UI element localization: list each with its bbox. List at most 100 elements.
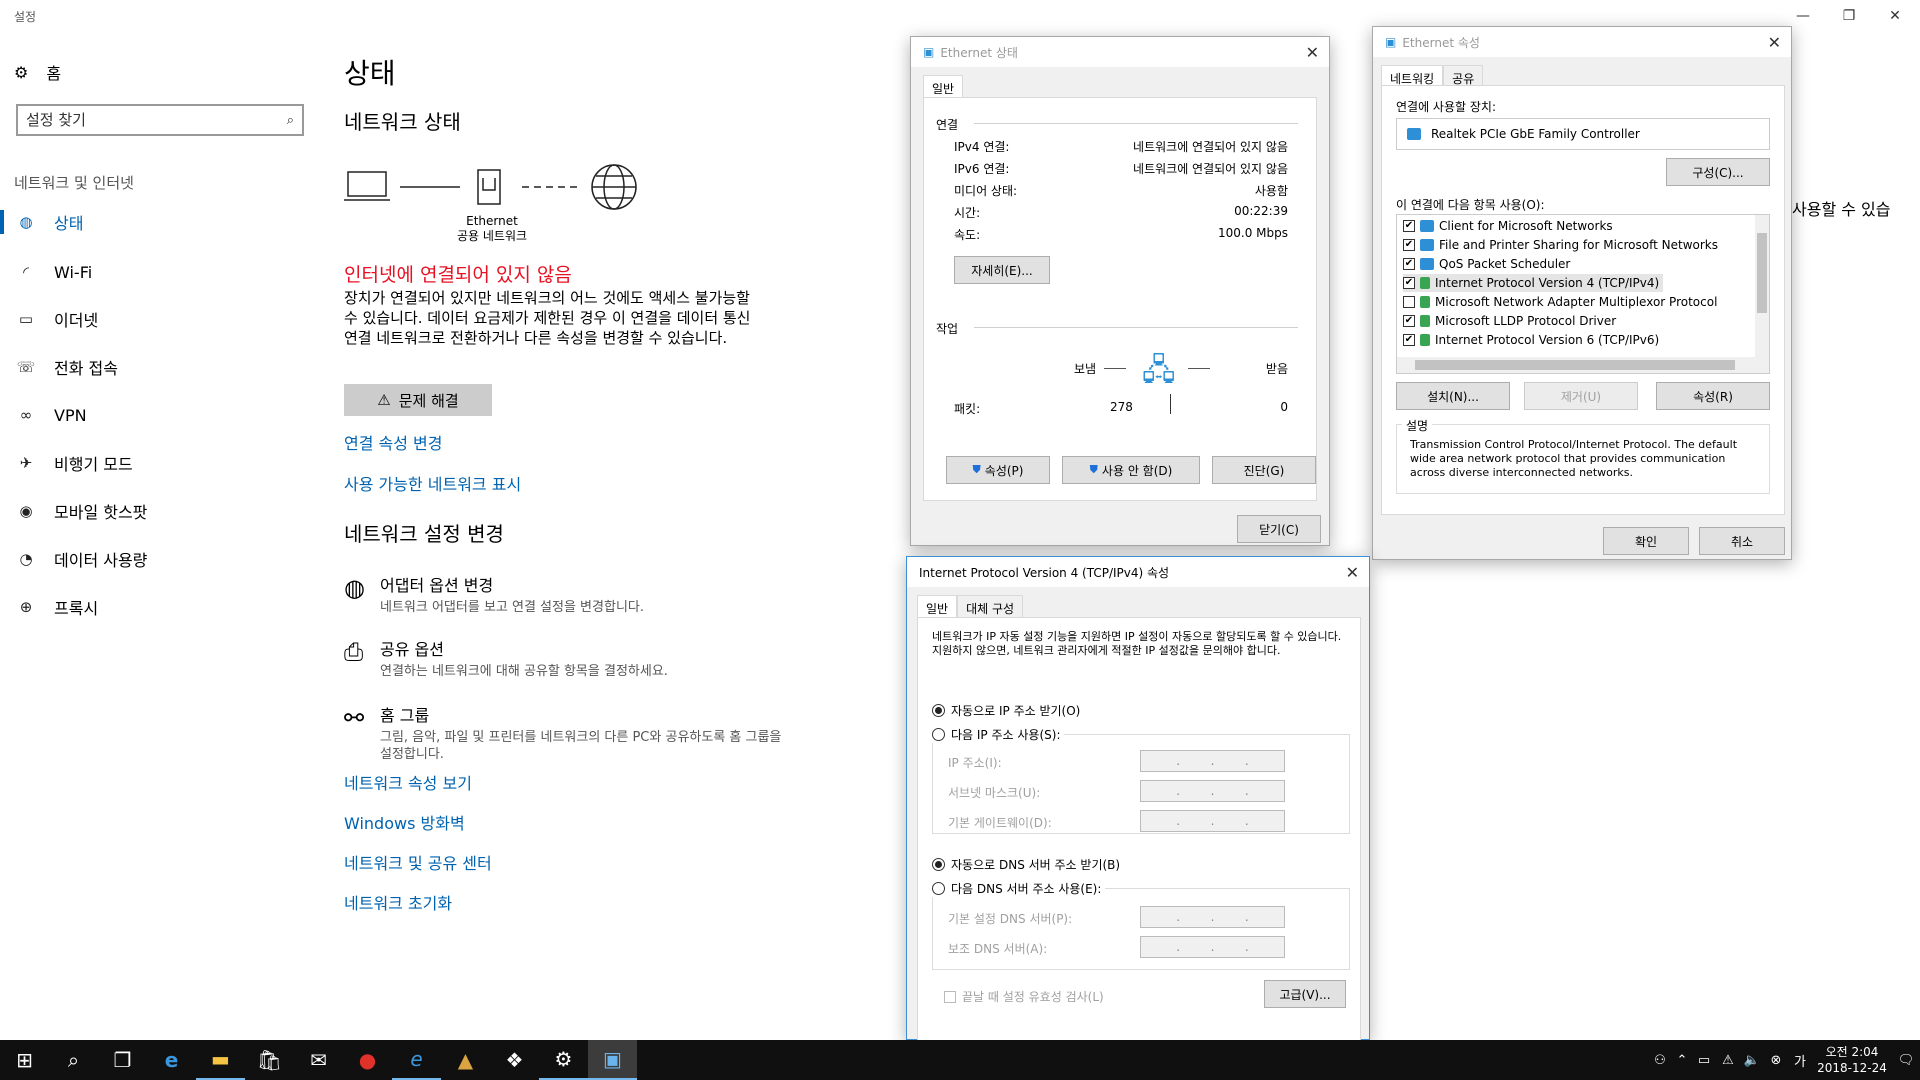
checkbox[interactable]: ✔ — [1403, 277, 1415, 289]
auto-dns-radio[interactable]: 자동으로 DNS 서버 주소 받기(B) — [932, 856, 1120, 873]
edge-button[interactable]: e — [147, 1040, 196, 1080]
sidebar-item-vpn[interactable]: ∞ VPN — [0, 393, 330, 437]
sidebar-item-ethernet[interactable]: ▭ 이더넷 — [0, 297, 330, 341]
radio-dot[interactable] — [932, 882, 945, 895]
sidebar-item-dialup[interactable]: ☏ 전화 접속 — [0, 345, 330, 389]
item-properties-button[interactable]: 속성(R) — [1656, 382, 1770, 410]
dropbox-button[interactable]: ❖ — [490, 1040, 539, 1080]
ip-address-field[interactable]: ... — [1140, 750, 1285, 772]
list-item[interactable]: ✔ Client for Microsoft Networks — [1403, 217, 1613, 235]
list-item[interactable]: Microsoft Network Adapter Multiplexor Pr… — [1403, 293, 1717, 311]
checkbox[interactable] — [944, 990, 956, 1003]
settings-search[interactable]: ⌕ — [16, 104, 304, 136]
troubleshoot-button[interactable]: ⚠ 문제 해결 — [344, 384, 492, 416]
sidebar-item-proxy[interactable]: ⊕ 프록시 — [0, 585, 330, 629]
clock[interactable]: 오전 2:04 2018-12-24 — [1812, 1044, 1892, 1076]
chevron-up-icon[interactable]: ⌃ — [1672, 1053, 1692, 1068]
search-input[interactable] — [26, 111, 256, 129]
list-item[interactable]: ✔ File and Printer Sharing for Microsoft … — [1403, 236, 1718, 254]
search-icon[interactable]: ⌕ — [287, 113, 294, 128]
sidebar-item-data-usage[interactable]: ◔ 데이터 사용량 — [0, 537, 330, 581]
dialog-title: Internet Protocol Version 4 (TCP/IPv4) 속… — [919, 565, 1170, 580]
network-properties-link[interactable]: 네트워크 속성 보기 — [344, 770, 472, 794]
hotspot-icon: ◉ — [19, 502, 33, 520]
properties-button[interactable]: ⛊ 속성(P) — [946, 456, 1050, 484]
packets-sent: 278 — [1110, 400, 1133, 414]
close-icon[interactable]: ✕ — [1346, 563, 1359, 582]
horizontal-scrollbar[interactable] — [1397, 357, 1769, 373]
alternate-dns-field[interactable]: ... — [1140, 936, 1285, 958]
task-view-button[interactable]: ❐ — [98, 1040, 147, 1080]
close-icon[interactable]: ✕ — [1306, 43, 1319, 62]
diagnose-button[interactable]: 진단(G) — [1212, 456, 1316, 484]
advanced-button[interactable]: 고급(V)... — [1264, 980, 1346, 1008]
search-button[interactable]: ⌕ — [49, 1040, 98, 1080]
close-button[interactable]: 닫기(C) — [1237, 515, 1321, 543]
tray-app-icon[interactable]: ▭ — [1692, 1053, 1716, 1068]
start-button[interactable]: ⊞ — [0, 1040, 49, 1080]
subnet-field[interactable]: ... — [1140, 780, 1285, 802]
close-button[interactable]: ✕ — [1872, 0, 1918, 32]
close-icon[interactable]: ✕ — [1768, 33, 1781, 52]
sidebar-item-airplane[interactable]: ✈ 비행기 모드 — [0, 441, 330, 485]
ime-icon[interactable]: 가 — [1788, 1051, 1812, 1070]
home-link[interactable]: ⚙ 홈 — [14, 60, 61, 84]
manual-ip-radio[interactable]: 다음 IP 주소 사용(S): — [932, 726, 1065, 743]
sidebar-item-hotspot[interactable]: ◉ 모바일 핫스팟 — [0, 489, 330, 533]
notifications-icon[interactable]: 🗨 — [1892, 1053, 1920, 1068]
homegroup-option[interactable]: ⚯ 홈 그룹 그림, 음악, 파일 및 프린터를 네트워크의 다른 PC와 공유하… — [344, 702, 790, 763]
adapter-options[interactable]: ◍ 어댑터 옵션 변경 네트워크 어댑터를 보고 연결 설정을 변경합니다. — [344, 572, 790, 616]
network-reset-link[interactable]: 네트워크 초기화 — [344, 890, 452, 914]
radio-dot[interactable] — [932, 704, 945, 717]
restore-button[interactable]: ❐ — [1826, 0, 1872, 32]
ok-button[interactable]: 확인 — [1603, 527, 1689, 555]
radio-dot[interactable] — [932, 728, 945, 741]
list-item-selected[interactable]: ✔ Internet Protocol Version 4 (TCP/IPv4) — [1403, 274, 1664, 292]
disable-button[interactable]: ⛊ 사용 안 함(D) — [1062, 456, 1200, 484]
checkbox[interactable]: ✔ — [1403, 334, 1415, 346]
change-connection-properties-link[interactable]: 연결 속성 변경 — [344, 430, 443, 454]
checkbox[interactable]: ✔ — [1403, 258, 1415, 270]
scroll-thumb[interactable] — [1415, 360, 1735, 370]
mail-button[interactable]: ✉ — [294, 1040, 343, 1080]
store-button[interactable]: 🛍 — [245, 1040, 294, 1080]
checkbox[interactable]: ✔ — [1403, 220, 1415, 232]
auto-ip-radio[interactable]: 자동으로 IP 주소 받기(O) — [932, 702, 1080, 719]
radio-dot[interactable] — [932, 858, 945, 871]
file-explorer-button[interactable]: ▬ — [196, 1040, 245, 1080]
volume-icon[interactable]: 🔈 — [1740, 1053, 1764, 1068]
list-item[interactable]: ✔ Microsoft LLDP Protocol Driver — [1403, 312, 1616, 330]
checkbox[interactable]: ✔ — [1403, 239, 1415, 251]
windows-firewall-link[interactable]: Windows 방화벽 — [344, 810, 465, 834]
validate-checkbox[interactable]: 끝날 때 설정 유효성 검사(L) — [944, 988, 1104, 1005]
network-sharing-center-link[interactable]: 네트워크 및 공유 센터 — [344, 850, 492, 874]
ie-button[interactable]: e — [392, 1040, 441, 1080]
tray-close-icon[interactable]: ⊗ — [1764, 1053, 1788, 1068]
component-list[interactable]: ✔ Client for Microsoft Networks ✔ File and… — [1396, 214, 1770, 374]
list-item[interactable]: ✔ Internet Protocol Version 6 (TCP/IPv6) — [1403, 331, 1659, 349]
people-icon[interactable]: ⚇ — [1648, 1053, 1672, 1068]
settings-button[interactable]: ⚙ — [539, 1040, 588, 1080]
scroll-thumb[interactable] — [1757, 233, 1767, 313]
network-status-icon[interactable]: ⚠ — [1716, 1053, 1740, 1068]
ethernet-properties-dialog: ▣ Ethernet 속성 ✕ 네트워킹 공유 연결에 사용할 장치: Realt… — [1372, 26, 1792, 560]
list-item[interactable]: ✔ QoS Packet Scheduler — [1403, 255, 1570, 273]
preferred-dns-field[interactable]: ... — [1140, 906, 1285, 928]
manual-dns-radio[interactable]: 다음 DNS 서버 주소 사용(E): — [932, 880, 1106, 897]
sidebar-item-status[interactable]: ◍ 상태 — [0, 200, 330, 244]
sharing-options[interactable]: ⎙ 공유 옵션 연결하는 네트워크에 대해 공유할 항목을 결정하세요. — [344, 636, 790, 680]
show-networks-link[interactable]: 사용 가능한 네트워크 표시 — [344, 471, 521, 495]
install-button[interactable]: 설치(N)... — [1396, 382, 1510, 410]
control-panel-button[interactable]: ▣ — [588, 1040, 637, 1080]
configure-button[interactable]: 구성(C)... — [1666, 158, 1770, 186]
app-red-button[interactable]: ● — [343, 1040, 392, 1080]
uninstall-button[interactable]: 제거(U) — [1524, 382, 1638, 410]
checkbox[interactable]: ✔ — [1403, 315, 1415, 327]
gateway-field[interactable]: ... — [1140, 810, 1285, 832]
details-button[interactable]: 자세히(E)... — [954, 256, 1050, 284]
checkbox[interactable] — [1403, 296, 1415, 308]
app-button[interactable]: ▲ — [441, 1040, 490, 1080]
vertical-scrollbar[interactable] — [1755, 215, 1769, 357]
sidebar-item-wifi[interactable]: ◜ Wi-Fi — [0, 250, 330, 294]
cancel-button[interactable]: 취소 — [1699, 527, 1785, 555]
